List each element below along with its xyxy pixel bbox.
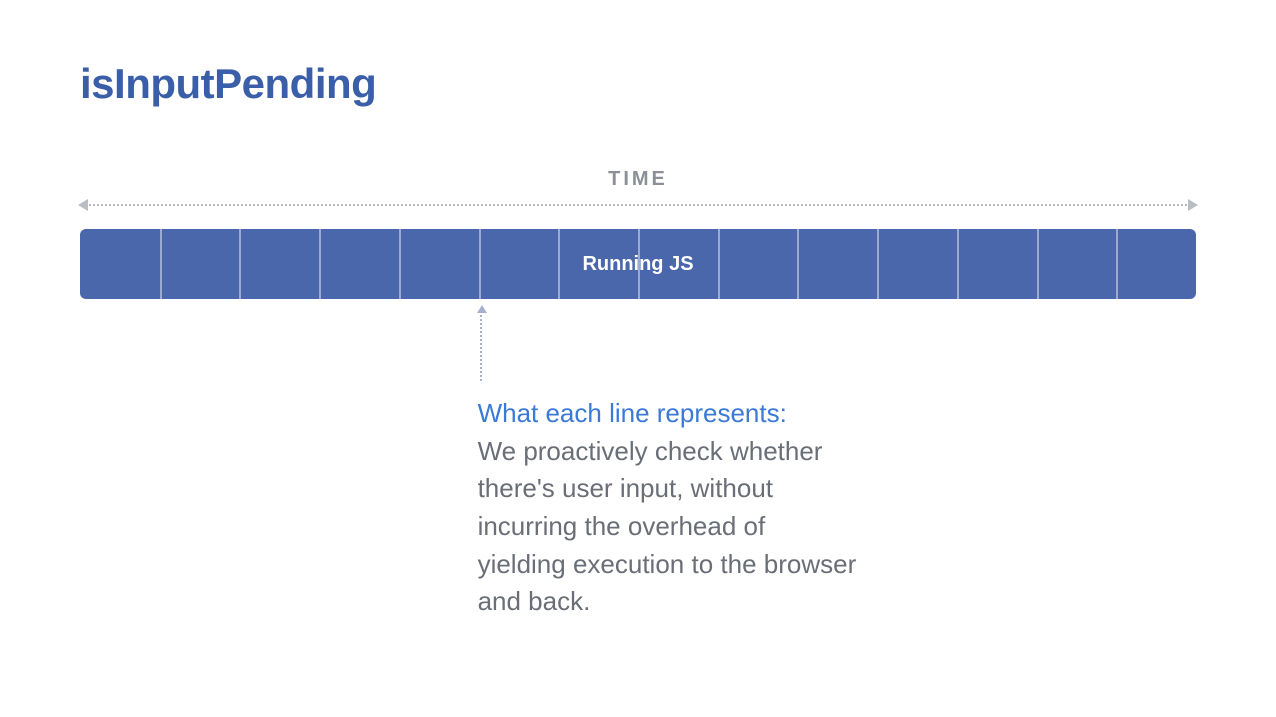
callout: What each line represents: We proactivel… [478, 311, 858, 621]
callout-heading: What each line represents: [478, 395, 858, 433]
callout-body: We proactively check whether there's use… [478, 433, 858, 621]
slide: isInputPending TIME Running JS What each… [0, 0, 1276, 717]
callout-connector [480, 311, 858, 381]
running-js-bar: Running JS [80, 229, 1196, 299]
time-axis [80, 199, 1196, 211]
axis-dotted-line [86, 204, 1190, 206]
time-axis-label: TIME [80, 168, 1196, 191]
page-title: isInputPending [80, 60, 1196, 108]
arrow-right-icon [1188, 199, 1198, 211]
timeline-region: Running JS What each line represents: We… [80, 229, 1196, 299]
bar-label: Running JS [80, 229, 1196, 299]
